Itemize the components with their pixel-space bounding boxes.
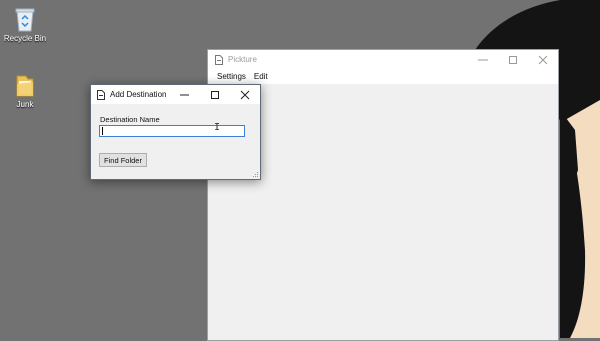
add-destination-dialog: Add Destination Destination Name I Find … [90, 84, 261, 180]
maximize-button[interactable] [498, 50, 528, 70]
maximize-icon [211, 90, 219, 99]
minimize-icon [180, 94, 189, 95]
text-caret [102, 127, 103, 135]
destination-name-input[interactable] [99, 125, 245, 137]
resize-grip-icon[interactable] [253, 172, 259, 178]
find-folder-button[interactable]: Find Folder [99, 153, 147, 167]
close-button[interactable] [528, 50, 558, 70]
app-document-icon [97, 90, 105, 100]
recycle-bin-icon [15, 8, 35, 32]
dialog-minimize-button[interactable] [170, 85, 200, 104]
close-icon [240, 90, 250, 99]
close-icon [538, 55, 548, 65]
dialog-titlebar[interactable]: Add Destination [91, 85, 260, 104]
text-cursor-icon: I [214, 122, 221, 133]
menu-edit[interactable]: Edit [251, 70, 273, 84]
main-window-title: Pickture [228, 55, 257, 64]
dialog-maximize-button[interactable] [200, 85, 230, 104]
menu-settings[interactable]: Settings [214, 70, 251, 84]
dialog-title: Add Destination [110, 90, 167, 99]
folder-icon [16, 75, 34, 97]
desktop-icon-label: Recycle Bin [3, 34, 47, 43]
dialog-close-button[interactable] [230, 85, 260, 104]
maximize-icon [509, 56, 517, 64]
app-document-icon [215, 55, 223, 65]
main-menubar: Settings Edit [208, 70, 558, 84]
minimize-button[interactable] [468, 50, 498, 70]
destination-name-label: Destination Name [100, 115, 160, 124]
desktop-icon-recycle-bin[interactable]: Recycle Bin [1, 6, 49, 43]
desktop-icon-junk[interactable]: Junk [1, 72, 49, 109]
desktop-icon-label: Junk [16, 100, 34, 109]
main-titlebar[interactable]: Pickture [208, 50, 558, 70]
minimize-icon [478, 59, 488, 61]
